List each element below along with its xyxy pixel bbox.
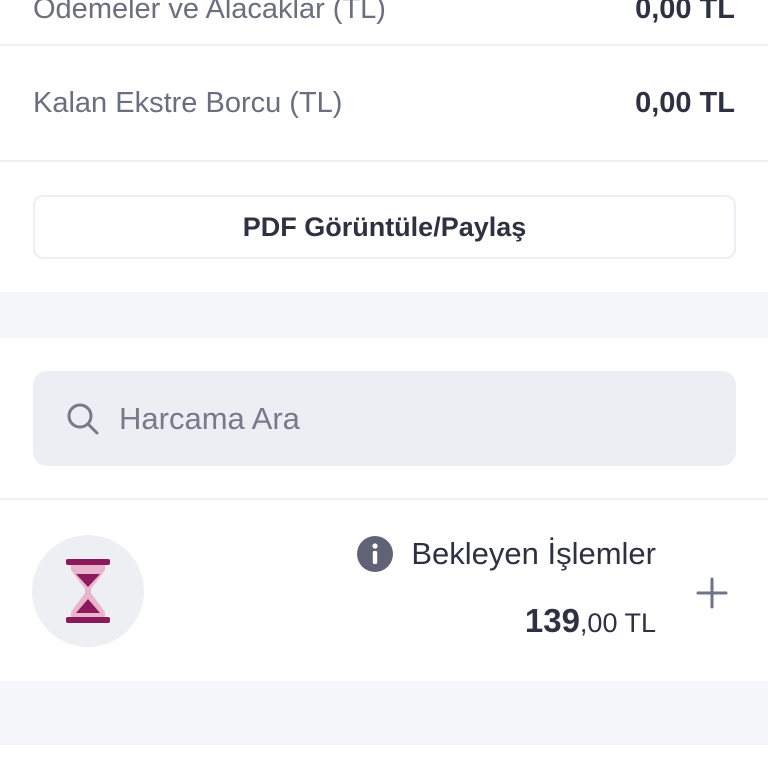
remaining-balance-label: Kalan Ekstre Borcu (TL) <box>33 86 343 119</box>
plus-icon[interactable] <box>696 577 728 609</box>
info-icon[interactable] <box>357 536 394 572</box>
hourglass-icon <box>64 557 112 625</box>
search-placeholder: Harcama Ara <box>119 400 300 436</box>
pdf-view-share-button[interactable]: PDF Görüntüle/Paylaş <box>33 195 736 259</box>
pending-amount-decimal: ,00 <box>579 608 618 638</box>
payments-value: 0,00 TL <box>635 0 735 25</box>
pending-amount-integer: 139 <box>524 602 580 639</box>
pending-amount-currency: TL <box>617 608 656 638</box>
remaining-balance-value: 0,00 TL <box>635 86 735 119</box>
search-icon <box>65 401 101 437</box>
search-input[interactable]: Harcama Ara <box>33 371 736 466</box>
pending-transactions-label: Bekleyen İşlemler <box>411 536 656 571</box>
section-separator <box>0 292 768 338</box>
pending-transactions-title: Bekleyen İşlemler <box>357 536 656 572</box>
bottom-separator <box>0 681 768 745</box>
remaining-balance-row: Kalan Ekstre Borcu (TL) 0,00 TL <box>0 46 768 162</box>
payments-row: Ödemeler ve Alacaklar (TL) 0,00 TL <box>0 0 768 46</box>
pending-avatar <box>32 535 144 647</box>
divider <box>0 498 768 500</box>
pending-amount: 139,00 TL <box>525 602 656 640</box>
payments-label: Ödemeler ve Alacaklar (TL) <box>33 0 386 25</box>
